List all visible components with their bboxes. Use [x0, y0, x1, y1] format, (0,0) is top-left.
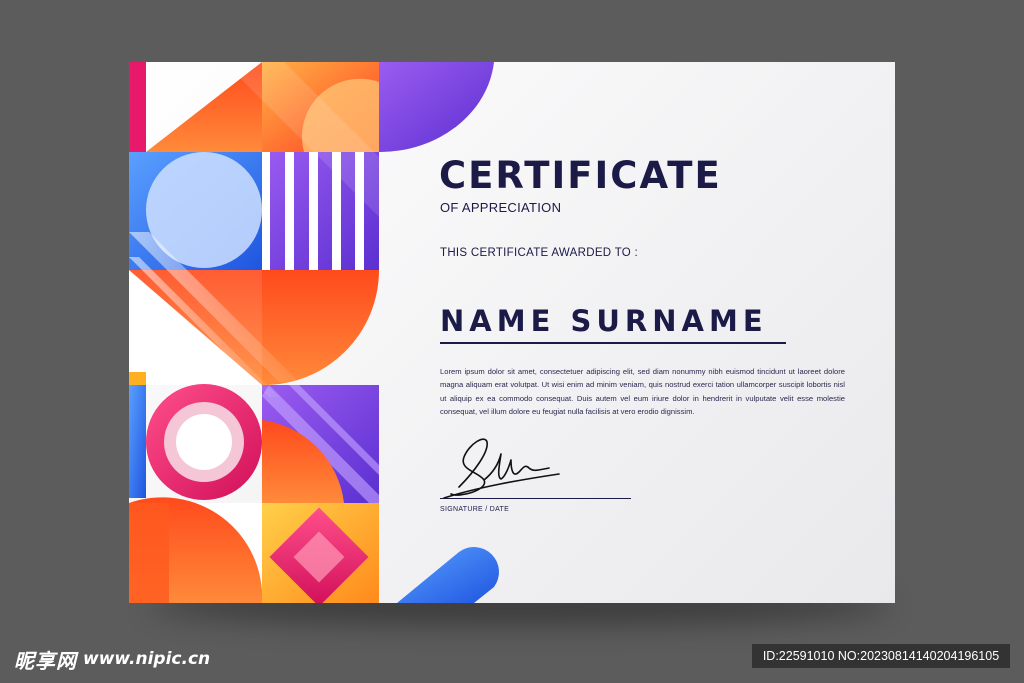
certificate-body-text: Lorem ipsum dolor sit amet, consectetuer…	[440, 367, 845, 417]
name-underline	[440, 342, 786, 344]
certificate-title: CERTIFICATE	[439, 154, 722, 197]
awarded-to-label: THIS CERTIFICATE AWARDED TO :	[440, 247, 639, 259]
handwritten-signature	[443, 438, 560, 499]
recipient-name: NAME SURNAME	[440, 304, 768, 338]
signature-line	[440, 498, 631, 499]
certificate-subtitle: OF APPRECIATION	[440, 200, 562, 215]
watermark-logo: 昵享网 www.nipic.cn	[14, 646, 211, 673]
watermark-site-url: www.nipic.cn	[83, 649, 211, 669]
signature-date-label: SIGNATURE / DATE	[440, 506, 510, 513]
watermark-id: ID:22591010 NO:20230814140204196105	[752, 644, 1010, 668]
watermark-site-name: 昵享网	[14, 648, 77, 673]
certificate: CERTIFICATE OF APPRECIATION THIS CERTIFI…	[129, 62, 895, 603]
